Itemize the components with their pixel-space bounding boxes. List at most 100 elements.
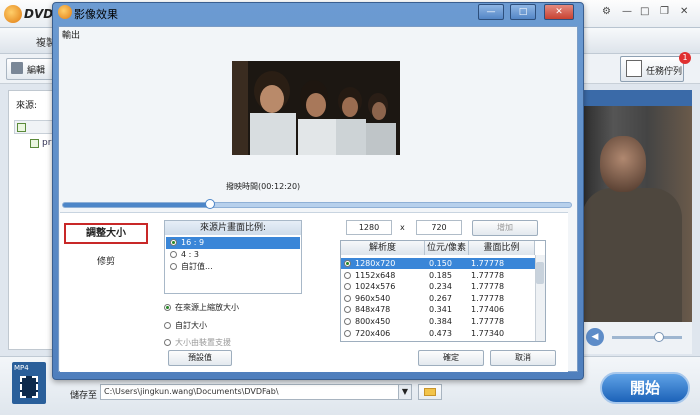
radio-icon <box>344 271 351 279</box>
settings-icon[interactable]: ⚙ <box>602 6 611 17</box>
dialog-title: 影像效果 <box>74 8 118 21</box>
speaker-icon[interactable]: ◀ <box>586 328 604 346</box>
aspect-option-label: 自訂值... <box>181 262 213 271</box>
cell-bpp: 0.341 <box>429 305 452 315</box>
scale-from-source-option[interactable]: 在來源上縮放大小 <box>164 302 239 313</box>
table-row[interactable]: 1024x576 0.234 1.77778 <box>341 281 535 292</box>
aspect-option[interactable]: 自訂值... <box>166 261 300 273</box>
item-label: pr <box>42 138 52 148</box>
radio-icon <box>170 239 177 246</box>
dialog-maximize-button[interactable]: □ <box>510 4 536 20</box>
film-icon <box>20 376 38 398</box>
folder-icon <box>424 388 436 396</box>
save-path-text: C:\Users\jingkun.wang\Documents\DVDFab\ <box>104 387 279 396</box>
device-size-option[interactable]: 大小由裝置支援 <box>164 337 231 348</box>
cell-bpp: 0.384 <box>429 317 452 326</box>
app-name: DVD <box>24 7 54 21</box>
cell-ratio: 1.77778 <box>471 282 505 292</box>
queue-count-badge: 1 <box>679 52 691 64</box>
radio-icon <box>344 294 351 302</box>
aspect-option-label: 16 : 9 <box>181 238 205 247</box>
radio-icon <box>344 318 351 325</box>
item-checkbox[interactable] <box>30 139 39 148</box>
restore-icon[interactable]: ❐ <box>660 6 669 17</box>
aspect-option[interactable]: 4 : 3 <box>166 249 300 261</box>
radio-icon <box>164 304 171 311</box>
save-to-label: 儲存至 <box>70 391 98 401</box>
cell-ratio: 1.77778 <box>471 270 505 280</box>
scrollbar-thumb[interactable] <box>536 262 544 284</box>
radio-icon <box>164 322 171 329</box>
column-header-resolution[interactable]: 解析度 <box>341 241 425 255</box>
radio-icon <box>170 263 177 270</box>
cell-resolution: 720x406 <box>355 328 391 338</box>
play-time-label: 撥映時間(00:12:20) <box>226 182 301 191</box>
cell-ratio: 1.77778 <box>471 317 505 326</box>
table-row[interactable]: 960x540 0.267 1.77778 <box>341 293 535 304</box>
timeline-knob[interactable] <box>204 199 215 209</box>
edit-label: 編輯 <box>27 66 46 76</box>
table-row[interactable]: 1152x648 0.185 1.77778 <box>341 270 535 281</box>
cell-resolution: 1024x576 <box>355 282 396 292</box>
radio-icon <box>344 306 351 314</box>
output-preview <box>232 61 400 155</box>
volume-slider[interactable] <box>612 336 682 339</box>
task-list-icon <box>626 60 642 77</box>
preview-figure-head <box>600 136 646 192</box>
add-button[interactable]: 增加 <box>472 220 538 236</box>
cancel-button[interactable]: 取消 <box>490 350 556 366</box>
start-button[interactable]: 開始 <box>600 372 690 404</box>
ok-button[interactable]: 確定 <box>418 350 484 366</box>
close-icon[interactable]: ✕ <box>680 6 688 17</box>
height-input[interactable]: 720 <box>416 220 462 235</box>
sidebar-item-resize[interactable]: 調整大小 <box>64 223 148 244</box>
sidebar-item-trim[interactable]: 修剪 <box>64 254 148 270</box>
column-header-bpp[interactable]: 位元/像素 <box>425 241 469 255</box>
cell-resolution: 1280x720 <box>355 259 396 268</box>
cell-resolution: 960x540 <box>355 293 391 303</box>
minimize-icon[interactable]: — <box>622 6 632 17</box>
cell-resolution: 800x450 <box>355 317 391 326</box>
cell-ratio: 1.77778 <box>471 259 505 268</box>
table-row[interactable]: 1280x720 0.150 1.77778 <box>341 258 535 269</box>
radio-icon <box>164 339 171 346</box>
radio-icon <box>344 283 351 291</box>
option-label: 在來源上縮放大小 <box>175 303 239 312</box>
maximize-icon[interactable]: □ <box>640 6 649 17</box>
chevron-down-icon[interactable]: ▼ <box>398 385 411 399</box>
task-queue-label: 任務佇列 <box>646 67 683 77</box>
radio-icon <box>344 260 351 267</box>
cell-bpp: 0.150 <box>429 259 452 268</box>
cell-bpp: 0.185 <box>429 270 452 280</box>
option-label: 大小由裝置支援 <box>175 338 231 347</box>
dialog-minimize-button[interactable]: — <box>478 4 504 20</box>
dialog-close-button[interactable]: ✕ <box>544 4 574 20</box>
dvdfab-logo-icon <box>4 5 22 23</box>
preview-scene <box>232 61 400 155</box>
preview-header <box>580 90 692 106</box>
cell-resolution: 848x478 <box>355 305 391 315</box>
cell-ratio: 1.77406 <box>471 305 505 315</box>
preset-button[interactable]: 預設值 <box>168 350 232 366</box>
preview-figure-body <box>582 188 682 322</box>
radio-icon <box>344 329 351 337</box>
table-row[interactable]: 800x450 0.384 1.77778 <box>341 316 535 327</box>
width-input[interactable]: 1280 <box>346 220 392 235</box>
cell-ratio: 1.77340 <box>471 328 505 338</box>
aspect-option-label: 4 : 3 <box>181 250 199 259</box>
custom-size-option[interactable]: 自訂大小 <box>164 320 207 331</box>
column-header-ratio[interactable]: 畫面比例 <box>469 241 535 255</box>
aspect-option[interactable]: 16 : 9 <box>166 237 300 249</box>
table-row[interactable]: 720x406 0.473 1.77340 <box>341 328 535 339</box>
radio-icon <box>170 251 177 258</box>
format-label: MP4 <box>14 364 29 372</box>
cell-bpp: 0.473 <box>429 328 452 338</box>
cell-ratio: 1.77778 <box>471 293 505 303</box>
cell-resolution: 1152x648 <box>355 270 396 280</box>
output-label: 輸出 <box>62 31 81 41</box>
volume-knob[interactable] <box>654 332 664 342</box>
table-row[interactable]: 848x478 0.341 1.77406 <box>341 304 535 315</box>
title-checkbox[interactable] <box>17 123 26 132</box>
dialog-logo-icon <box>58 5 72 19</box>
cell-bpp: 0.234 <box>429 282 452 292</box>
